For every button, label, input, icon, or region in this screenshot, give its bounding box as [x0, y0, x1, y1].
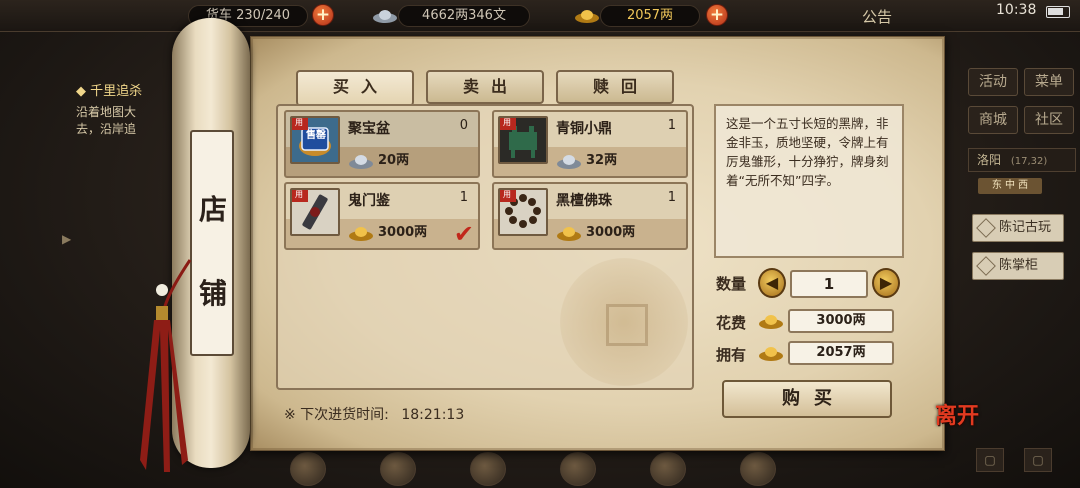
- bottom-dock: [220, 450, 840, 488]
- dock-item-icon[interactable]: [560, 452, 596, 486]
- item-stock: 1: [459, 190, 468, 205]
- item-card-jubaopen[interactable]: 用 售罄 聚宝盆 0 20两: [284, 110, 480, 178]
- gold-ingot-icon: [575, 10, 599, 23]
- shop-title-char: 店: [198, 193, 227, 226]
- quantity-decrease-button[interactable]: ◀: [758, 268, 786, 298]
- npc-button-shopkeeper[interactable]: 陈掌柜: [972, 252, 1064, 280]
- item-stock: 0: [459, 118, 468, 133]
- quest-title: ◆ 千里追杀: [76, 84, 143, 99]
- item-price: 3000两: [586, 225, 636, 240]
- quest-line: 沿着地图大: [76, 105, 137, 119]
- tab-redeem[interactable]: 赎回: [556, 70, 674, 104]
- restock-timer: ※ 下次进货时间: 18:21:13: [284, 404, 464, 424]
- tab-buy[interactable]: 买入: [296, 70, 414, 106]
- item-name: 青铜小鼎: [556, 121, 612, 137]
- quest-tracker[interactable]: ◆ 千里追杀 沿着地图大 去，沿岸追: [76, 80, 186, 170]
- add-cargo-button[interactable]: +: [312, 4, 334, 26]
- side-bottom-button-left[interactable]: ▢: [976, 448, 1004, 472]
- silver-amount: 4662两346文: [398, 5, 530, 27]
- item-card-bronze-ding[interactable]: 用 青铜小鼎 1 32两: [492, 110, 688, 178]
- item-stock: 1: [667, 190, 676, 205]
- item-description: 这是一个五寸长短的黑牌，非金非玉，质地坚硬，令牌上有厉鬼雏形，十分狰狞，牌身刻着…: [714, 104, 904, 258]
- npc-button-shop[interactable]: 陈记古玩: [972, 214, 1064, 242]
- item-card-ebony-beads[interactable]: 用 黑檀佛珠 1 3000两: [492, 182, 688, 250]
- coin-watermark: [560, 258, 688, 386]
- quantity-increase-button[interactable]: ▶: [872, 268, 900, 298]
- expand-arrow-icon[interactable]: ▶: [62, 232, 72, 250]
- notice-button[interactable]: 公告: [862, 6, 892, 27]
- item-name: 鬼门鉴: [348, 193, 390, 209]
- hot-badge: 用: [500, 190, 516, 202]
- silver-icon: [373, 10, 397, 23]
- right-side-panel: 活动 菜单 商城 社区 洛阳 (17,32) 东 中 西 陈记古玩 陈掌柜: [960, 60, 1080, 460]
- dock-item-icon[interactable]: [740, 452, 776, 486]
- gold-ingot-icon: [759, 315, 783, 329]
- npc-marker-icon: [976, 218, 996, 238]
- item-price: 32两: [586, 153, 618, 168]
- item-stock: 1: [667, 118, 676, 133]
- dock-item-icon[interactable]: [290, 452, 326, 486]
- quantity-label: 数量: [716, 275, 747, 293]
- item-price: 3000两: [378, 225, 428, 240]
- owned-label: 拥有: [716, 346, 747, 364]
- hot-badge: 用: [500, 118, 516, 130]
- dock-item-icon[interactable]: [470, 452, 506, 486]
- restock-time: 18:21:13: [401, 407, 465, 423]
- leave-button[interactable]: 离开: [934, 404, 980, 452]
- gold-amount: 2057两: [600, 5, 700, 27]
- item-thumbnail: 用 售罄: [290, 116, 340, 164]
- activity-button[interactable]: 活动: [968, 68, 1018, 96]
- tab-sell[interactable]: 卖出: [426, 70, 544, 104]
- npc-label: 陈记古玩: [999, 220, 1052, 235]
- quantity-field[interactable]: 1: [790, 270, 868, 298]
- game-screen: 货车 230/240 + 4662两346文 2057两 + 公告 10:38 …: [0, 0, 1080, 488]
- cargo-value: 230/240: [236, 8, 291, 23]
- minimap-tab[interactable]: 东 中 西: [978, 178, 1042, 194]
- restock-label: ※ 下次进货时间:: [284, 407, 389, 423]
- item-thumbnail: 用: [498, 116, 548, 164]
- item-thumbnail: 用: [290, 188, 340, 236]
- cost-value: 3000两: [788, 309, 894, 333]
- item-name: 黑檀佛珠: [556, 193, 612, 209]
- cost-label: 花费: [716, 314, 747, 332]
- battery-icon: [1046, 6, 1070, 18]
- item-price: 20两: [378, 153, 410, 168]
- gold-ingot-icon: [759, 347, 783, 361]
- npc-label: 陈掌柜: [999, 258, 1039, 273]
- npc-marker-icon: [976, 256, 996, 276]
- hot-badge: 用: [292, 118, 308, 130]
- dock-item-icon[interactable]: [380, 452, 416, 486]
- hot-badge: 用: [292, 190, 308, 202]
- owned-value: 2057两: [788, 341, 894, 365]
- quest-line: 去，沿岸追: [76, 122, 137, 136]
- side-bottom-button-right[interactable]: ▢: [1024, 448, 1052, 472]
- item-name: 聚宝盆: [348, 121, 390, 137]
- item-thumbnail: 用: [498, 188, 548, 236]
- clock: 10:38: [996, 2, 1037, 18]
- menu-button[interactable]: 菜单: [1024, 68, 1074, 96]
- community-button[interactable]: 社区: [1024, 106, 1074, 134]
- shop-title-char: 铺: [198, 277, 227, 310]
- sold-out-stamp: 售罄: [306, 130, 326, 141]
- top-resource-bar: 货车 230/240 + 4662两346文 2057两 + 公告 10:38: [0, 0, 1080, 32]
- location-coord: (17,32): [1010, 156, 1048, 167]
- add-gold-button[interactable]: +: [706, 4, 728, 26]
- location-name: 洛阳: [977, 153, 1002, 167]
- tassel-icon: [140, 259, 192, 472]
- dock-item-icon[interactable]: [650, 452, 686, 486]
- item-card-guimenjian[interactable]: 用 鬼门鉴 1 3000两 ✔: [284, 182, 480, 250]
- buy-button[interactable]: 购买: [722, 380, 892, 418]
- mall-button[interactable]: 商城: [968, 106, 1018, 134]
- location-display[interactable]: 洛阳 (17,32): [968, 148, 1076, 172]
- selected-checkmark-icon: ✔: [453, 220, 474, 248]
